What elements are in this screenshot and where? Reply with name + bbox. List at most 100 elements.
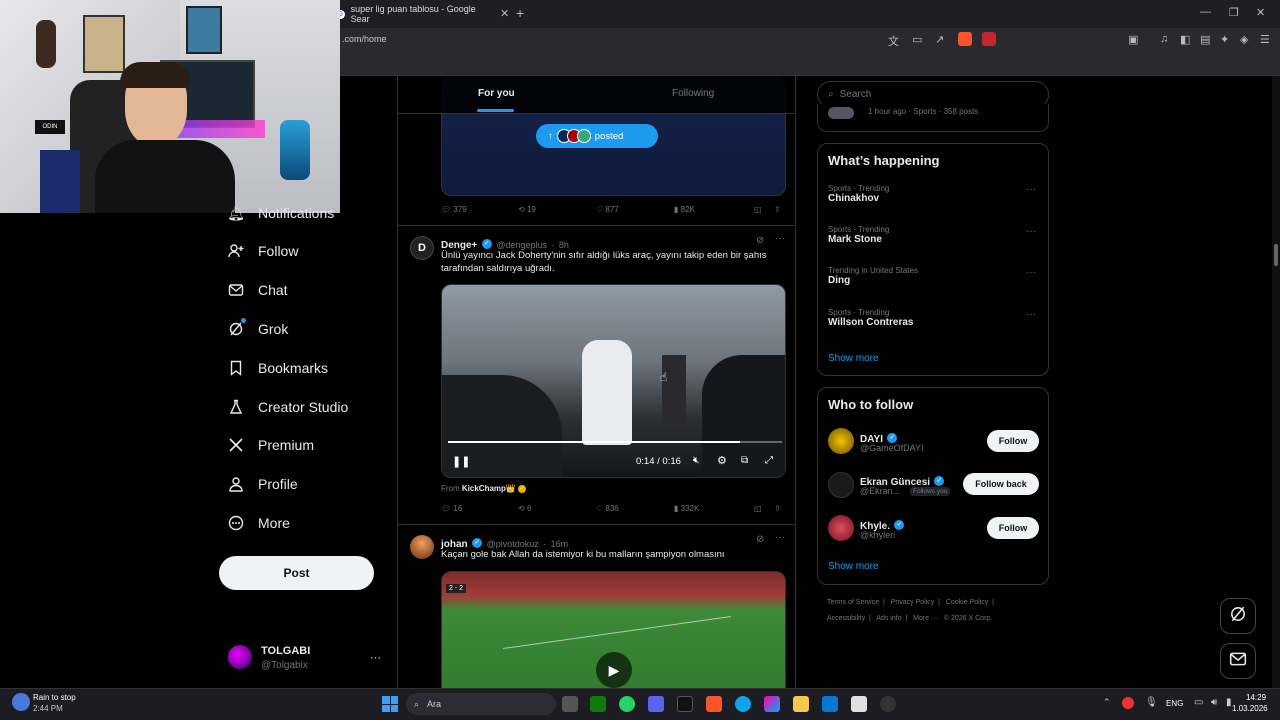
trend-more-icon[interactable]: ···	[1026, 309, 1036, 320]
video-player[interactable]: 2 - 2 ▶	[441, 571, 786, 688]
video-player[interactable]: ❚❚ 0:14 / 0:16 🔇︎ ⚙ ⧉ ⤢	[441, 284, 786, 478]
trend-item[interactable]: Sports · Trending Willson Contreras	[828, 308, 1040, 328]
volume-icon[interactable]: 🔊︎	[1211, 697, 1217, 708]
network-icon[interactable]: ▭	[1194, 697, 1203, 708]
trend-item[interactable]: Trending in United States Ding	[828, 266, 1040, 286]
play-icon[interactable]: ▶	[596, 652, 632, 688]
nav-grok[interactable]: Grok	[228, 318, 288, 337]
mail-app-icon[interactable]	[822, 696, 838, 712]
window-maximize-button[interactable]: ❐	[1229, 6, 1239, 19]
follow-button[interactable]: Follow	[987, 430, 1039, 452]
nav-chat[interactable]: Chat	[228, 282, 288, 298]
views-button[interactable]: ▮ 332K	[674, 504, 699, 513]
account-menu-button[interactable]: ···	[370, 652, 381, 664]
repost-button[interactable]: ⟲ 19	[518, 205, 536, 214]
nav-bookmarks[interactable]: Bookmarks	[228, 360, 328, 376]
sidebar-icon[interactable]: ▣	[1128, 33, 1138, 46]
nav-premium[interactable]: Premium	[228, 437, 314, 453]
store-icon[interactable]	[851, 696, 867, 712]
browser-tab[interactable]: G super lig puan tablosu - Google Sear	[336, 2, 492, 26]
video-source-name[interactable]: KickChamp👑	[462, 484, 516, 493]
close-tab-icon[interactable]: ✕	[500, 7, 509, 20]
views-button[interactable]: ▮ 82K	[674, 205, 695, 214]
brave-rewards-icon[interactable]	[982, 32, 996, 46]
vpn-icon[interactable]: ◈	[1240, 33, 1248, 46]
nav-more[interactable]: More	[228, 515, 290, 531]
weather-icon[interactable]	[12, 693, 30, 711]
show-more-link[interactable]: Show more	[828, 353, 879, 364]
obs-icon[interactable]	[880, 696, 896, 712]
grok-explain-icon[interactable]: ⊘	[756, 235, 764, 246]
more-link[interactable]: More ···	[913, 615, 938, 622]
like-button[interactable]: ♡ 836	[596, 504, 619, 513]
avatar[interactable]: D	[410, 236, 434, 260]
repost-button[interactable]: ⟲ 6	[518, 504, 531, 513]
battery-icon[interactable]: ▮	[1226, 697, 1232, 708]
share-button[interactable]: ⇪	[774, 205, 781, 214]
window-minimize-button[interactable]: —	[1200, 6, 1211, 18]
brave-shield-icon[interactable]	[958, 32, 972, 46]
xbox-icon[interactable]	[590, 696, 606, 712]
page-scrollbar[interactable]	[1272, 76, 1280, 688]
tray-chevron-icon[interactable]: ⌃	[1103, 697, 1111, 708]
app-icon[interactable]	[677, 696, 693, 712]
edge-icon[interactable]	[735, 696, 751, 712]
avatar[interactable]	[828, 428, 854, 454]
show-more-link[interactable]: Show more	[828, 561, 879, 572]
scrollbar-thumb[interactable]	[1274, 244, 1278, 266]
language-indicator[interactable]: ENG	[1166, 699, 1183, 708]
trend-more-icon[interactable]: ···	[1026, 267, 1036, 278]
reply-button[interactable]: 💬︎ 16	[441, 504, 462, 513]
like-button[interactable]: ♡ 877	[596, 205, 619, 214]
nav-follow[interactable]: Follow	[228, 243, 298, 259]
media-icon[interactable]: ♫	[1160, 33, 1168, 45]
account-avatar[interactable]	[228, 645, 252, 669]
terms-link[interactable]: Terms of Service	[827, 599, 879, 606]
file-explorer-icon[interactable]	[793, 696, 809, 712]
share-icon[interactable]: ↗	[935, 33, 944, 46]
nav-notifications[interactable]: 🔔︎ Notifications	[227, 205, 334, 222]
translate-icon[interactable]: 文	[888, 33, 899, 49]
weather-title[interactable]: Rain to stop	[33, 693, 76, 702]
pip-icon[interactable]: ⧉	[741, 455, 748, 466]
microphone-icon[interactable]: 🎙︎	[1145, 697, 1158, 708]
avatar[interactable]	[410, 535, 434, 559]
wallet-icon[interactable]: ▤	[1200, 33, 1210, 46]
address-url[interactable]: .com/home	[342, 34, 387, 44]
post-button[interactable]: Post	[219, 556, 374, 590]
tray-app-icon[interactable]	[1122, 697, 1134, 709]
task-view-icon[interactable]	[562, 696, 578, 712]
windows-start-icon[interactable]	[382, 696, 398, 712]
whatsapp-icon[interactable]	[619, 696, 635, 712]
messages-float-button[interactable]	[1220, 643, 1256, 679]
follow-button[interactable]: Follow	[987, 517, 1039, 539]
settings-icon[interactable]: ⚙	[717, 454, 727, 467]
menu-icon[interactable]: ☰	[1260, 33, 1270, 46]
mute-icon[interactable]: 🔇︎	[693, 455, 699, 466]
taskbar-search[interactable]: ⌕ Ara	[406, 693, 556, 715]
new-posts-pill[interactable]: ↑ posted	[536, 124, 658, 148]
trend-more-icon[interactable]: ···	[1026, 184, 1036, 195]
bookmark-button[interactable]: ◱	[754, 504, 762, 513]
nav-creator-studio[interactable]: Creator Studio	[228, 399, 348, 415]
trend-item[interactable]: Sports · Trending Chinakhov	[828, 184, 1040, 204]
cookie-link[interactable]: Cookie Policy	[946, 599, 988, 606]
privacy-link[interactable]: Privacy Policy	[891, 599, 935, 606]
pause-icon[interactable]: ❚❚	[452, 455, 470, 468]
new-tab-icon[interactable]: +	[516, 5, 524, 21]
trend-item[interactable]: Sports · Trending Mark Stone	[828, 225, 1040, 245]
ads-info-link[interactable]: Ads info	[876, 615, 901, 622]
bookmark-button[interactable]: ◱	[754, 205, 762, 214]
avatar[interactable]	[828, 472, 854, 498]
video-progress-track[interactable]	[448, 441, 782, 443]
cast-icon[interactable]: ▭	[912, 33, 922, 46]
post-more-icon[interactable]: ···	[775, 532, 785, 543]
follow-back-button[interactable]: Follow back	[963, 473, 1039, 495]
grok-explain-icon[interactable]: ⊘	[756, 534, 764, 545]
leo-ai-icon[interactable]: ✦	[1220, 33, 1229, 46]
fullscreen-icon[interactable]: ⤢	[765, 455, 773, 466]
clock-time[interactable]: 14:29	[1246, 693, 1266, 702]
reading-icon[interactable]: ◧	[1180, 33, 1190, 46]
brave-icon[interactable]	[706, 696, 722, 712]
tab-following[interactable]: Following	[672, 88, 714, 99]
